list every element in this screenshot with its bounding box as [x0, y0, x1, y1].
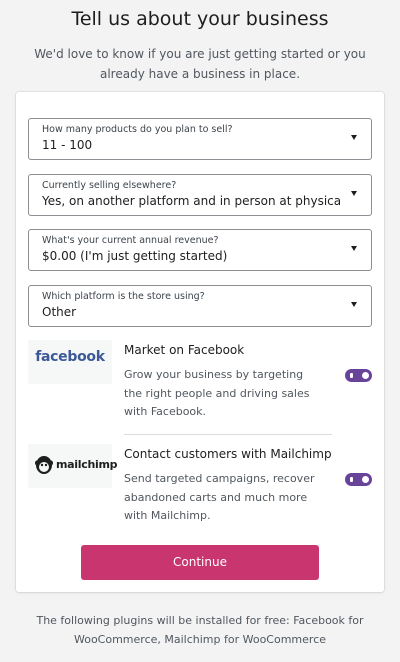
- toggle-knob: [362, 476, 369, 483]
- selling-elsewhere-select[interactable]: Currently selling elsewhere? Yes, on ano…: [28, 174, 372, 216]
- page-title: Tell us about your business: [71, 8, 329, 30]
- annual-revenue-select[interactable]: What's your current annual revenue? $0.0…: [28, 229, 372, 271]
- products-count-label: How many products do you plan to sell?: [42, 124, 233, 135]
- mailchimp-extension-title: Contact customers with Mailchimp: [124, 447, 332, 461]
- plugins-install-note: The following plugins will be installed …: [36, 614, 364, 646]
- products-count-value: 11 - 100: [42, 138, 93, 152]
- mailchimp-install-toggle[interactable]: [345, 473, 372, 486]
- toggle-knob: [362, 372, 369, 379]
- selling-elsewhere-label: Currently selling elsewhere?: [42, 180, 177, 191]
- store-platform-label: Which platform is the store using?: [42, 291, 205, 302]
- caret-down-icon: [351, 135, 357, 140]
- selling-elsewhere-value: Yes, on another platform and in person a…: [42, 194, 340, 208]
- products-count-select[interactable]: How many products do you plan to sell? 1…: [28, 118, 372, 160]
- continue-button[interactable]: Continue: [81, 545, 319, 580]
- mailchimp-logo-text: mailchimp: [56, 458, 118, 471]
- caret-down-icon: [351, 246, 357, 251]
- mailchimp-extension-description: Send targeted campaigns, recover abandon…: [124, 472, 315, 522]
- page-subtitle: We'd love to know if you are just gettin…: [34, 47, 366, 81]
- caret-down-icon: [351, 302, 357, 307]
- store-platform-select[interactable]: Which platform is the store using? Other: [28, 285, 372, 327]
- extensions-divider: [124, 434, 332, 435]
- store-platform-value: Other: [42, 305, 77, 319]
- mailchimp-monkey-icon: [35, 456, 53, 474]
- caret-down-icon: [351, 191, 357, 196]
- facebook-extension-title: Market on Facebook: [124, 343, 245, 357]
- annual-revenue-value: $0.00 (I'm just getting started): [42, 249, 228, 263]
- mailchimp-logo: mailchimp: [28, 444, 117, 488]
- annual-revenue-label: What's your current annual revenue?: [42, 235, 219, 246]
- business-details-card: How many products do you plan to sell? 1…: [16, 92, 384, 592]
- facebook-logo-text: facebook: [35, 349, 105, 365]
- facebook-logo: facebook: [28, 340, 112, 384]
- facebook-install-toggle[interactable]: [345, 369, 372, 382]
- facebook-extension-description: Grow your business by targeting the righ…: [124, 368, 310, 418]
